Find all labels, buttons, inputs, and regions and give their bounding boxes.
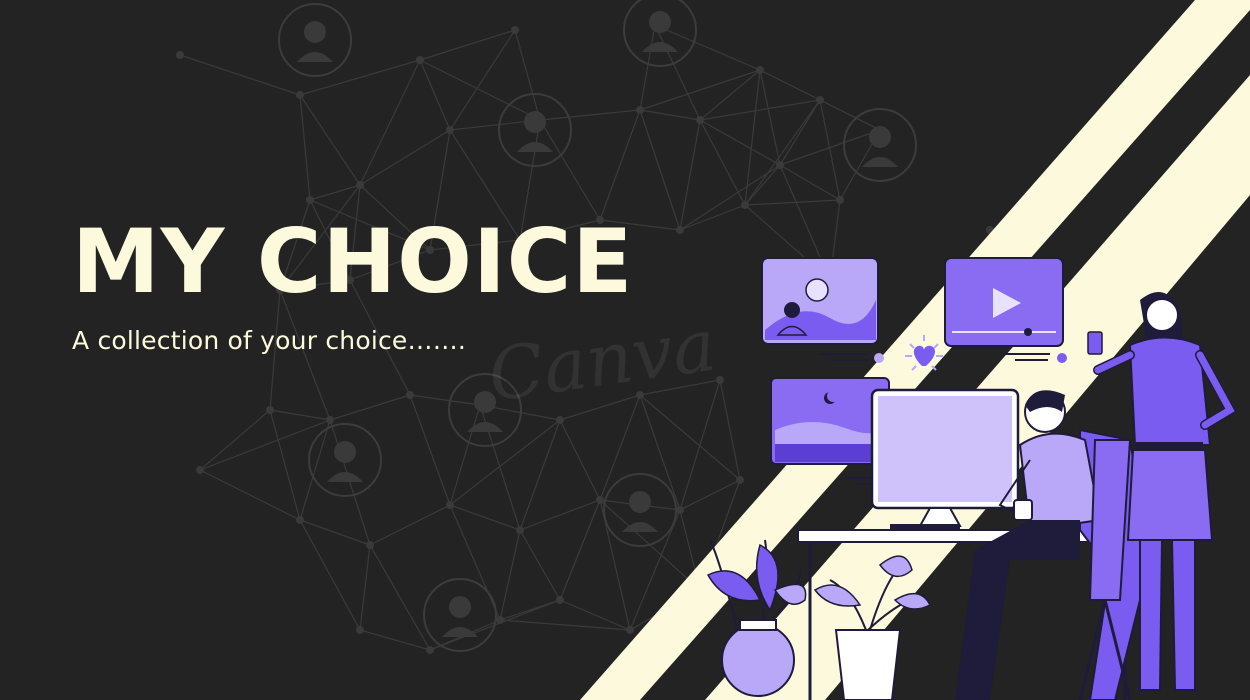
video-card-icon: [944, 257, 1067, 363]
photo-card-icon: [761, 257, 884, 363]
heart-icon: [905, 335, 943, 371]
potted-plant-large: [706, 539, 807, 697]
computer-monitor: [870, 388, 1020, 530]
potted-plant-small: [813, 555, 932, 700]
workspace-illustration: [706, 257, 1237, 700]
banner: Canva MY CHOICE A collection of your cho…: [0, 0, 1250, 700]
